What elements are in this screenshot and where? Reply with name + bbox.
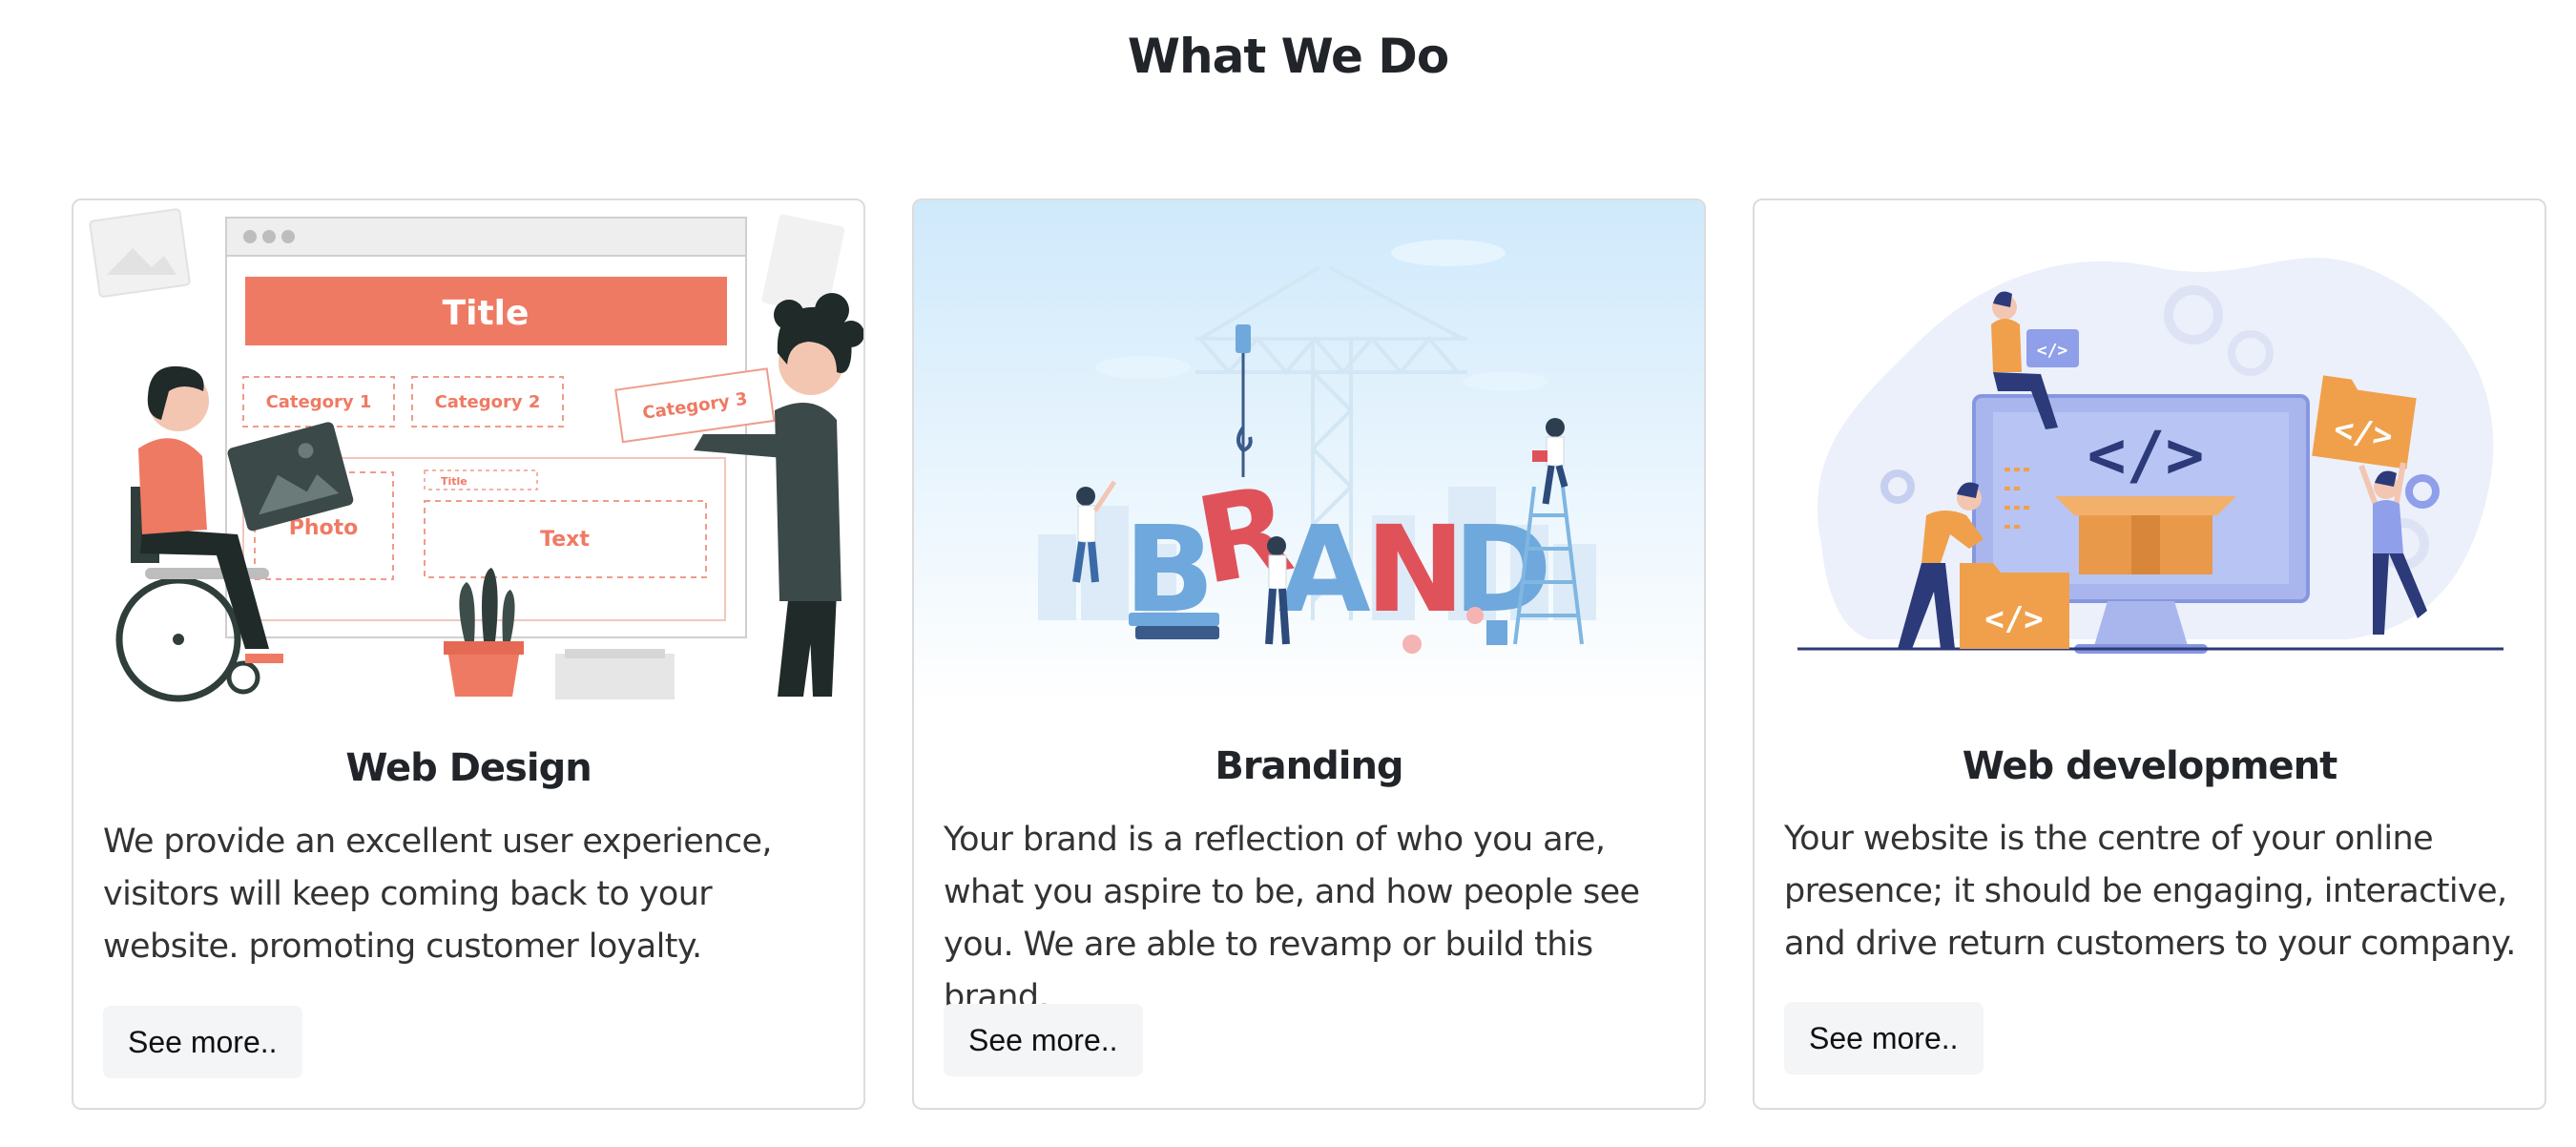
web-design-illustration: Title Category 1 Category 2 Category 3 P… xyxy=(73,200,863,706)
brand-letter-a: A xyxy=(1278,501,1371,639)
card-title: Web development xyxy=(1962,744,2338,788)
card-title: Branding xyxy=(1215,744,1403,788)
illustration-category-1: Category 1 xyxy=(266,392,372,412)
service-card-web-design: Title Category 1 Category 2 Category 3 P… xyxy=(72,198,865,1110)
illustration-text: Text xyxy=(540,528,590,552)
folder-code-glyph-right: </> xyxy=(2332,410,2395,456)
see-more-button-branding[interactable]: See more.. xyxy=(944,1004,1143,1076)
illustration-small-title: Title xyxy=(441,475,467,488)
brand-letter-n: N xyxy=(1365,501,1465,639)
service-card-branding: B R A N D Branding Your brand is a refle… xyxy=(912,198,1706,1110)
card-title: Web Design xyxy=(345,746,592,790)
sticker-code-glyph: </> xyxy=(2037,341,2068,361)
illustration-banner-text: Title xyxy=(443,294,530,333)
see-more-button-web-development[interactable]: See more.. xyxy=(1784,1002,1984,1074)
card-description: Your website is the centre of your onlin… xyxy=(1784,820,2516,963)
card-description: Your brand is a reflection of who you ar… xyxy=(944,821,1640,1016)
illustration-photo: Photo xyxy=(289,516,359,540)
monitor-code-glyph: </> xyxy=(2088,418,2205,493)
web-development-illustration: </> </> </> </> xyxy=(1755,200,2545,706)
service-card-web-development: </> </> </> </> Web development Your web… xyxy=(1753,198,2546,1110)
branding-illustration: B R A N D xyxy=(914,200,1704,706)
section-title: What We Do xyxy=(1127,29,1449,84)
card-description: We provide an excellent user experience,… xyxy=(103,823,773,966)
see-more-button-web-design[interactable]: See more.. xyxy=(103,1006,302,1078)
illustration-category-2: Category 2 xyxy=(435,392,541,412)
folder-code-glyph-left: </> xyxy=(1984,600,2043,638)
